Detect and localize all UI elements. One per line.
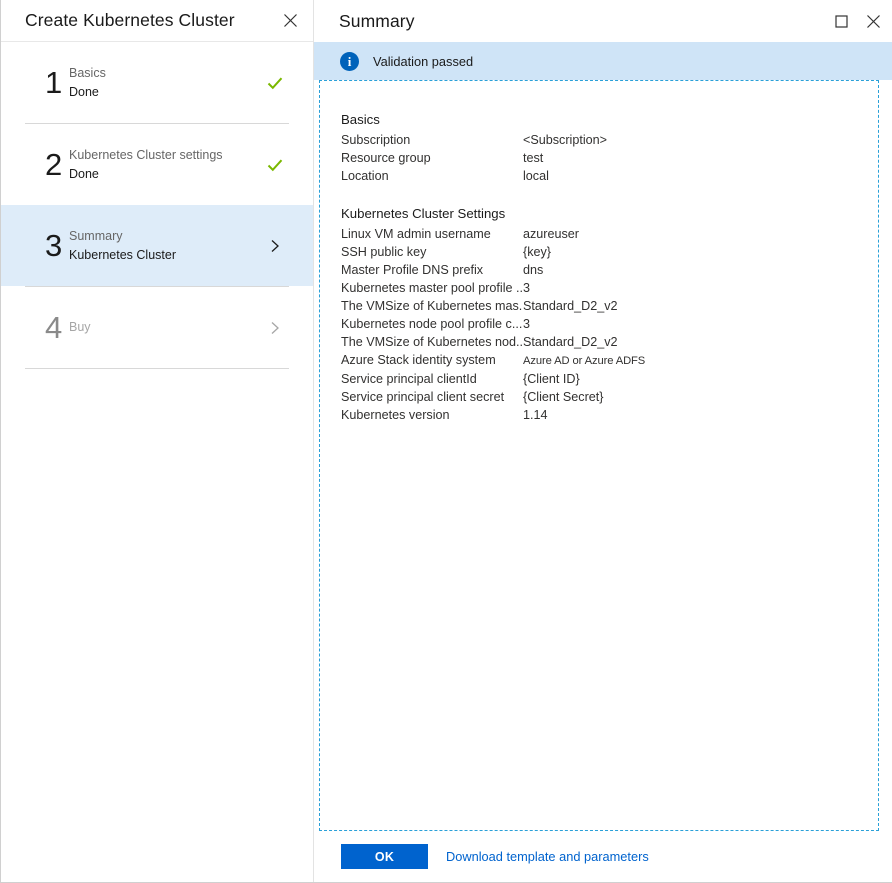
summary-scroll-region: Basics Subscription <Subscription> Resou… [320,81,878,424]
summary-row: Resource group test [341,149,878,167]
row-value: azureuser [523,225,579,243]
step-label: Kubernetes Cluster settings [69,146,261,165]
step-label: Buy [69,318,261,337]
ok-button[interactable]: OK [341,844,428,869]
wizard-step-kubernetes-cluster-settings[interactable]: 2 Kubernetes Cluster settings Done [1,124,313,205]
download-template-link[interactable]: Download template and parameters [446,849,649,864]
step-sublabel: Kubernetes Cluster [69,246,261,265]
row-key: Resource group [341,149,523,167]
summary-row: Master Profile DNS prefix dns [341,261,878,279]
row-key: Service principal client secret [341,388,523,406]
summary-row: Kubernetes master pool profile ... 3 [341,279,878,297]
row-key: Subscription [341,131,523,149]
summary-row: The VMSize of Kubernetes nod... Standard… [341,333,878,351]
step-text: Buy [63,318,261,337]
summary-header: Summary [314,0,892,42]
summary-footer: OK Download template and parameters [314,831,892,882]
row-value: {Client Secret} [523,388,604,406]
close-icon[interactable] [279,10,301,32]
wizard-steps: 1 Basics Done 2 Kubernetes Cluster setti… [1,42,313,369]
chevron-right-icon [267,320,283,336]
checkmark-icon [266,156,284,174]
info-icon: i [340,52,359,71]
wizard-step-basics[interactable]: 1 Basics Done [1,42,313,123]
step-number: 2 [25,149,63,180]
summary-content-area: Basics Subscription <Subscription> Resou… [319,80,879,831]
summary-row: Location local [341,167,878,185]
summary-row: Kubernetes node pool profile c... 3 [341,315,878,333]
row-value: Standard_D2_v2 [523,297,618,315]
step-label: Basics [69,64,261,83]
row-value: 1.14 [523,406,548,424]
restore-window-icon[interactable] [831,11,851,31]
row-value: Azure AD or Azure ADFS [523,352,645,370]
row-key: Kubernetes node pool profile c... [341,315,523,333]
step-number: 4 [25,312,63,343]
section-title: Kubernetes Cluster Settings [341,205,878,223]
window-controls [831,11,883,31]
summary-panel: Summary i Validation passed [314,0,892,882]
step-divider [25,368,289,369]
row-value: 3 [523,279,530,297]
step-number: 3 [25,230,63,261]
row-key: SSH public key [341,243,523,261]
step-number: 1 [25,67,63,98]
section-title: Basics [341,111,878,129]
summary-row: Linux VM admin username azureuser [341,225,878,243]
row-key: Master Profile DNS prefix [341,261,523,279]
row-key: The VMSize of Kubernetes nod... [341,333,523,351]
row-key: Location [341,167,523,185]
row-value: test [523,149,543,167]
row-key: The VMSize of Kubernetes mas... [341,297,523,315]
step-status [261,74,289,92]
row-value: dns [523,261,543,279]
checkmark-icon [266,74,284,92]
row-key: Azure Stack identity system [341,351,523,369]
row-value: <Subscription> [523,131,607,149]
close-icon[interactable] [863,11,883,31]
step-text: Summary Kubernetes Cluster [63,227,261,265]
step-text: Kubernetes Cluster settings Done [63,146,261,184]
step-text: Basics Done [63,64,261,102]
summary-row: SSH public key {key} [341,243,878,261]
summary-row: The VMSize of Kubernetes mas... Standard… [341,297,878,315]
row-key: Kubernetes version [341,406,523,424]
summary-row: Subscription <Subscription> [341,131,878,149]
step-status [261,156,289,174]
step-sublabel: Done [69,165,261,184]
create-kubernetes-cluster-window: Create Kubernetes Cluster 1 Basics Done [0,0,892,883]
chevron-right-icon [267,238,283,254]
row-value: local [523,167,549,185]
row-value: Standard_D2_v2 [523,333,618,351]
step-status [261,238,289,254]
step-sublabel: Done [69,83,261,102]
row-key: Service principal clientId [341,370,523,388]
row-value: {Client ID} [523,370,580,388]
summary-title: Summary [339,11,415,32]
row-key: Linux VM admin username [341,225,523,243]
wizard-step-summary[interactable]: 3 Summary Kubernetes Cluster [1,205,313,286]
wizard-panel: Create Kubernetes Cluster 1 Basics Done [1,0,314,882]
summary-row: Kubernetes version 1.14 [341,406,878,424]
wizard-step-buy[interactable]: 4 Buy [1,287,313,368]
step-label: Summary [69,227,261,246]
row-value: 3 [523,315,530,333]
summary-section-kubernetes-cluster-settings: Kubernetes Cluster Settings Linux VM adm… [341,205,878,424]
summary-row: Service principal client secret {Client … [341,388,878,406]
summary-row: Service principal clientId {Client ID} [341,370,878,388]
validation-message: Validation passed [373,54,473,69]
row-key: Kubernetes master pool profile ... [341,279,523,297]
step-status [261,320,289,336]
validation-banner: i Validation passed [314,42,892,80]
page-title: Create Kubernetes Cluster [25,10,235,31]
row-value: {key} [523,243,551,261]
summary-section-basics: Basics Subscription <Subscription> Resou… [341,111,878,185]
wizard-header: Create Kubernetes Cluster [1,0,313,42]
summary-row: Azure Stack identity system Azure AD or … [341,351,878,370]
